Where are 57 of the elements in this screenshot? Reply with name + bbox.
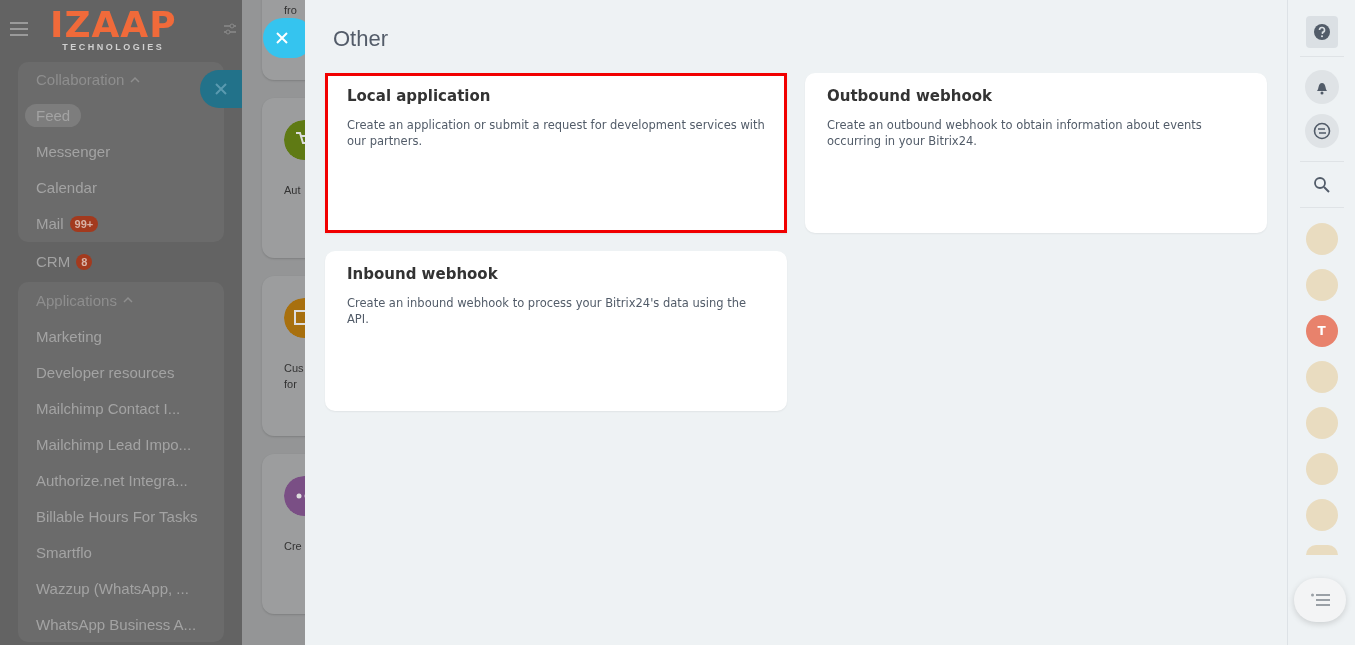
help-icon — [1313, 24, 1330, 40]
card-text: fro — [284, 3, 298, 18]
close-icon — [215, 83, 227, 95]
avatar[interactable] — [1305, 361, 1338, 393]
avatar[interactable] — [1305, 545, 1338, 555]
close-button[interactable] — [200, 70, 242, 108]
option-card[interactable]: Local application Create an application or submit a request for development services with our partners. — [325, 73, 787, 233]
chat-icon — [1312, 122, 1331, 140]
card-text: Cre — [284, 539, 303, 554]
avatar[interactable] — [1305, 453, 1338, 485]
help-button[interactable] — [1305, 16, 1338, 48]
menu-item[interactable]: Messenger — [36, 140, 111, 164]
menu-item[interactable]: Mail — [36, 212, 64, 236]
avatar[interactable] — [1305, 269, 1338, 301]
menu-item[interactable]: Mailchimp Contact I... — [36, 396, 181, 420]
card-description: Create an outbound webhook to obtain information about events occurring in your Bitrix24. — [827, 117, 1203, 149]
chevron-icon[interactable] — [122, 296, 133, 304]
search-icon[interactable] — [1313, 176, 1330, 193]
option-card[interactable]: Outbound webhook Create an outbound webhook to obtain information about events occurring in your Bitrix24. — [805, 73, 1267, 233]
avatar[interactable] — [1305, 407, 1338, 439]
app-card[interactable]: Aut — [262, 98, 305, 258]
option-card[interactable]: Inbound webhook Create an inbound webhook to process your Bitrix24's data using the API. — [325, 251, 787, 411]
card-text: Cus for — [284, 361, 305, 392]
app-card[interactable]: Cus for — [262, 276, 305, 436]
list-icon — [1310, 593, 1330, 607]
card-description: Create an application or submit a request for development services with our partners. — [347, 117, 765, 149]
close-icon — [276, 32, 288, 44]
count-badge: 8 — [76, 253, 93, 270]
menu-item[interactable]: Wazzup (WhatsApp, ... — [36, 576, 189, 600]
company-logo: IZAAP TECHNOLOGIES — [50, 6, 177, 52]
list-button[interactable] — [1294, 578, 1346, 622]
avatar[interactable] — [1305, 223, 1338, 255]
notifications-button[interactable] — [1304, 70, 1339, 104]
menu-icon[interactable] — [10, 22, 28, 37]
card-title: Local application — [347, 87, 492, 105]
menu-item[interactable]: Authorize.net Integra... — [36, 468, 188, 492]
menu-item[interactable]: Smartflo — [36, 540, 92, 564]
menu-item[interactable]: Developer resources — [36, 360, 175, 384]
menu-item[interactable]: Marketing — [36, 324, 102, 348]
card-title: Inbound webhook — [347, 265, 499, 283]
user-avatar[interactable]: T — [1305, 315, 1338, 347]
chat-button[interactable] — [1304, 114, 1339, 148]
close-button[interactable] — [263, 18, 305, 58]
app-card[interactable]: Cre — [262, 454, 305, 614]
card-title: Outbound webhook — [827, 87, 993, 105]
menu-item[interactable]: Billable Hours For Tasks — [36, 504, 198, 528]
count-badge: 99+ — [69, 215, 99, 232]
menu-item[interactable]: WhatsApp Business A... — [36, 612, 197, 636]
menu-item[interactable]: Calendar — [36, 176, 97, 200]
panel-title: Other — [333, 26, 390, 52]
chevron-icon[interactable] — [130, 75, 141, 84]
menu-item[interactable]: Mailchimp Lead Impo... — [36, 432, 192, 456]
card-description: Create an inbound webhook to process your Bitrix24's data using the API. — [347, 295, 748, 327]
settings-icon[interactable] — [224, 23, 236, 36]
card-text: Aut — [284, 183, 302, 198]
menu-item[interactable]: CRM — [36, 250, 71, 274]
avatar[interactable] — [1305, 499, 1338, 531]
